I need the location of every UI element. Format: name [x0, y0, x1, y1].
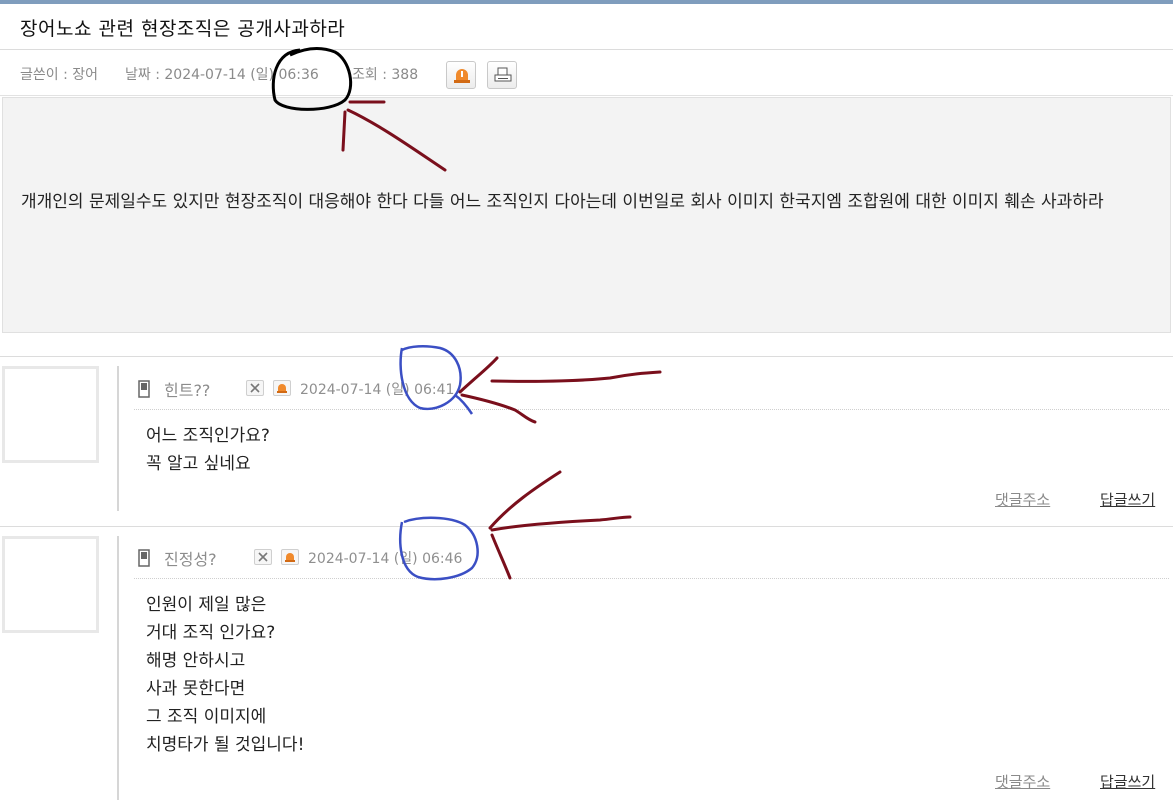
alarm-bell-icon	[285, 553, 295, 562]
reply-link[interactable]: 답글쓰기	[1100, 489, 1155, 510]
comment-address-link[interactable]: 댓글주소	[995, 489, 1050, 510]
report-button[interactable]	[446, 61, 476, 89]
comment-body: 어느 조직인가요? 꼭 알고 싶네요	[146, 426, 270, 474]
comment-indent-line	[117, 536, 119, 800]
comment-author: 힌트??	[164, 381, 211, 400]
post-body: 개개인의 문제일수도 있지만 현장조직이 대응해야 한다 다들 어느 조직인지 …	[21, 192, 1104, 212]
post-title-bar: 장어노쇼 관련 현장조직은 공개사과하라	[0, 4, 1173, 50]
comment-divider	[0, 526, 1173, 527]
alarm-bell-icon	[454, 69, 470, 83]
printer-icon	[494, 67, 512, 82]
reply-link[interactable]: 답글쓰기	[1100, 771, 1155, 792]
comment-header: 힌트?? 2024-07-14 (일) 06:41	[138, 377, 558, 401]
post-author: 글쓴이 : 장어	[20, 67, 99, 83]
report-comment-button[interactable]	[273, 380, 291, 396]
avatar	[2, 536, 99, 633]
post-content-box: 개개인의 문제일수도 있지만 현장조직이 대응해야 한다 다들 어느 조직인지 …	[2, 97, 1171, 333]
delete-comment-button[interactable]	[254, 549, 272, 565]
comment-date: 2024-07-14 (일) 06:41	[300, 382, 455, 398]
print-button[interactable]	[487, 61, 517, 89]
close-icon	[250, 383, 260, 393]
comment-address-link[interactable]: 댓글주소	[995, 771, 1050, 792]
comment-dotted-separator	[134, 578, 1169, 579]
mobile-phone-icon	[138, 549, 150, 567]
comment-dotted-separator	[134, 409, 1169, 410]
comment-author: 진정성?	[164, 550, 217, 569]
post-views: 조회 : 388	[352, 67, 419, 83]
report-comment-button[interactable]	[281, 549, 299, 565]
delete-comment-button[interactable]	[246, 380, 264, 396]
alarm-bell-icon	[277, 384, 287, 393]
post-title: 장어노쇼 관련 현장조직은 공개사과하라	[20, 18, 346, 40]
comment-divider	[0, 356, 1173, 357]
mobile-phone-icon	[138, 380, 150, 398]
close-icon	[258, 552, 268, 562]
comment-header: 진정성? 2024-07-14 (일) 06:46	[138, 546, 558, 570]
comment-date: 2024-07-14 (일) 06:46	[308, 551, 463, 567]
post-date: 날짜 : 2024-07-14 (일) 06:36	[125, 67, 319, 83]
avatar	[2, 366, 99, 463]
post-meta-row: 글쓴이 : 장어 날짜 : 2024-07-14 (일) 06:36 조회 : …	[0, 52, 1173, 96]
comment-body: 인원이 제일 많은 거대 조직 인가요? 해명 안하시고 사과 못한다면 그 조…	[146, 595, 305, 755]
comment-indent-line	[117, 366, 119, 511]
